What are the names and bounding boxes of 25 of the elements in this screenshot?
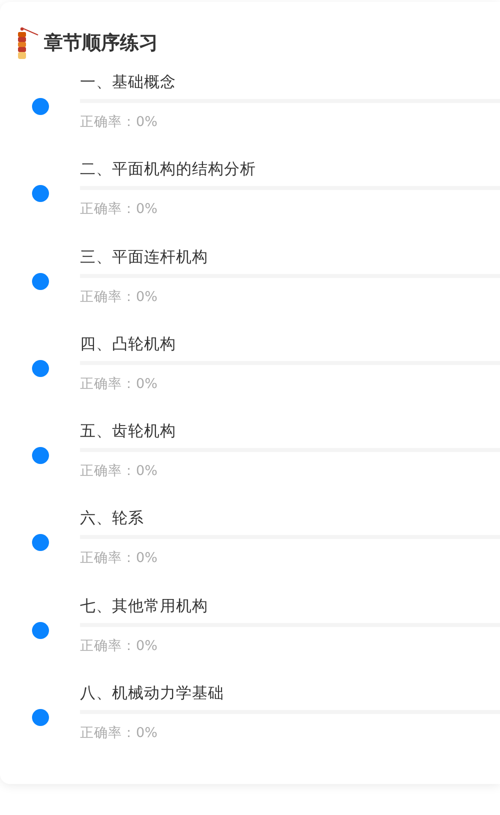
dot-icon [32,98,48,115]
dot-icon [32,709,48,726]
chapter-link[interactable]: 五、齿轮机构 [80,420,176,442]
accuracy-text: 正确率：0% [80,200,158,218]
accuracy-text: 正确率：0% [80,724,158,742]
dot-icon [32,185,48,202]
dot-icon [32,447,48,464]
chapter-link[interactable]: 一、基础概念 [80,71,176,93]
dot-icon [32,360,48,377]
section-title: 章节顺序练习 [44,30,158,56]
chapter-link[interactable]: 四、凸轮机构 [80,332,176,355]
dot-icon [32,622,48,639]
chapter-link[interactable]: 八、机械动力学基础 [80,682,224,704]
chapter-link[interactable]: 三、平面连杆机构 [80,246,208,268]
chapter-link[interactable]: 二、平面机构的结构分析 [80,158,256,180]
accuracy-text: 正确率：0% [80,462,158,480]
chapter-link[interactable]: 七、其他常用机构 [80,594,208,617]
accuracy-text: 正确率：0% [80,636,158,655]
accuracy-text: 正确率：0% [80,549,158,568]
accuracy-text: 正确率：0% [80,113,158,131]
dot-icon [32,534,48,552]
dot-icon [32,272,48,290]
accuracy-text: 正确率：0% [80,288,158,306]
chapter-link[interactable]: 六、轮系 [80,507,144,530]
accuracy-text: 正确率：0% [80,374,158,393]
